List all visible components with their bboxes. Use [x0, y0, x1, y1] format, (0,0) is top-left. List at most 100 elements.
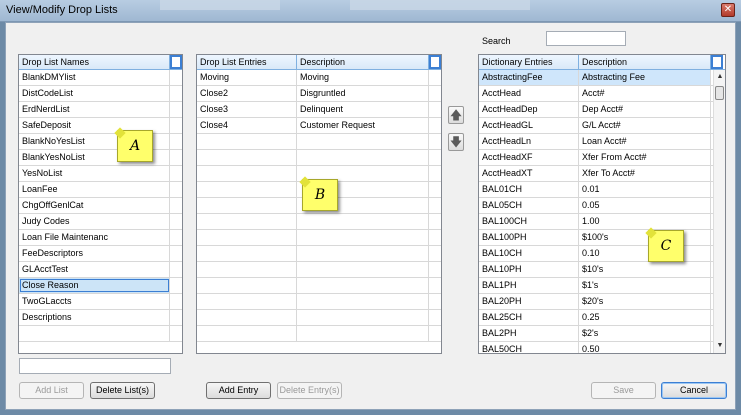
- empty-row: [197, 246, 441, 262]
- cell-description: [297, 150, 429, 165]
- cell-name: [197, 310, 297, 325]
- cell-name: Judy Codes: [19, 214, 170, 229]
- table-row[interactable]: BAL10CH 0.10: [479, 246, 725, 262]
- callout-note-b: B: [302, 179, 338, 211]
- cell-name: Loan File Maintenanc: [19, 230, 170, 245]
- grid-header: Drop List Names: [19, 55, 182, 70]
- cell-name: BAL20PH: [479, 294, 579, 309]
- add-list-button[interactable]: Add List: [19, 382, 84, 399]
- list-item[interactable]: Close Reason: [19, 278, 182, 294]
- table-row[interactable]: Close3 Delinquent: [197, 102, 441, 118]
- column-header-description[interactable]: Description: [579, 55, 711, 69]
- cell-description: [297, 214, 429, 229]
- table-row[interactable]: Moving Moving: [197, 70, 441, 86]
- delete-entry-button[interactable]: Delete Entry(s): [277, 382, 342, 399]
- table-row[interactable]: BAL25CH 0.25: [479, 310, 725, 326]
- dictionary-grid: Dictionary Entries Description Abstracti…: [478, 54, 726, 354]
- cell-description: Moving: [297, 70, 429, 85]
- cell-name: ChgOffGenlCat: [19, 198, 170, 213]
- empty-row: [197, 310, 441, 326]
- cell-description: [297, 246, 429, 261]
- cell-name: GLAcctTest: [19, 262, 170, 277]
- table-row[interactable]: BAL50CH 0.50: [479, 342, 725, 353]
- list-item[interactable]: DistCodeList: [19, 86, 182, 102]
- cell-description: [297, 310, 429, 325]
- list-item[interactable]: BlankDMYlist: [19, 70, 182, 86]
- list-item[interactable]: BlankYesNoList: [19, 150, 182, 166]
- empty-row[interactable]: [19, 326, 182, 342]
- vertical-scrollbar[interactable]: ▲ ▼: [713, 70, 725, 353]
- cell-description: 0.50: [579, 342, 711, 353]
- search-input[interactable]: [546, 31, 626, 46]
- table-row[interactable]: AcctHeadXF Xfer From Acct#: [479, 150, 725, 166]
- cell-name: Close Reason: [19, 278, 170, 293]
- table-row[interactable]: AcctHeadGL G/L Acct#: [479, 118, 725, 134]
- table-row[interactable]: Close2 Disgruntled: [197, 86, 441, 102]
- cell-description: 0.25: [579, 310, 711, 325]
- table-row[interactable]: AbstractingFee Abstracting Fee: [479, 70, 725, 86]
- table-row[interactable]: BAL20PH $20's: [479, 294, 725, 310]
- cell-name: YesNoList: [19, 166, 170, 181]
- cell-description: $1's: [579, 278, 711, 293]
- cell-name: [197, 166, 297, 181]
- cell-description: Xfer To Acct#: [579, 166, 711, 181]
- list-item[interactable]: YesNoList: [19, 166, 182, 182]
- list-item[interactable]: ChgOffGenlCat: [19, 198, 182, 214]
- table-row[interactable]: AcctHeadDep Dep Acct#: [479, 102, 725, 118]
- background-window-ghost: [160, 0, 280, 10]
- list-item[interactable]: FeeDescriptors: [19, 246, 182, 262]
- drop-list-names-grid: Drop List Names BlankDMYlist DistCodeList…: [18, 54, 183, 354]
- add-entry-button[interactable]: Add Entry: [206, 382, 271, 399]
- scroll-down-icon[interactable]: ▼: [715, 341, 725, 351]
- column-header-drop-list-names[interactable]: Drop List Names: [19, 55, 170, 69]
- table-row[interactable]: BAL2PH $2's: [479, 326, 725, 342]
- table-row[interactable]: BAL100CH 1.00: [479, 214, 725, 230]
- scroll-up-icon[interactable]: ▲: [715, 72, 725, 82]
- list-item[interactable]: TwoGLaccts: [19, 294, 182, 310]
- column-header-entries[interactable]: Drop List Entries: [197, 55, 297, 69]
- table-row[interactable]: BAL1PH $1's: [479, 278, 725, 294]
- list-item[interactable]: Judy Codes: [19, 214, 182, 230]
- cell-description: Loan Acct#: [579, 134, 711, 149]
- cell-name: Descriptions: [19, 310, 170, 325]
- header-selector[interactable]: [429, 55, 441, 69]
- move-up-icon[interactable]: 🡅: [448, 106, 464, 124]
- cell-name: LoanFee: [19, 182, 170, 197]
- list-item[interactable]: ErdNerdList: [19, 102, 182, 118]
- table-row[interactable]: BAL05CH 0.05: [479, 198, 725, 214]
- cell-name: [19, 326, 170, 341]
- list-item[interactable]: LoanFee: [19, 182, 182, 198]
- cell-name: DistCodeList: [19, 86, 170, 101]
- cell-name: AcctHeadGL: [479, 118, 579, 133]
- cell-description: [297, 278, 429, 293]
- close-icon[interactable]: ✕: [721, 3, 735, 17]
- new-list-name-input[interactable]: [19, 358, 171, 374]
- table-row[interactable]: BAL01CH 0.01: [479, 182, 725, 198]
- header-selector[interactable]: [170, 55, 182, 69]
- callout-note-a: A: [117, 130, 153, 162]
- move-down-icon[interactable]: 🡇: [448, 133, 464, 151]
- table-row[interactable]: BAL100PH $100's: [479, 230, 725, 246]
- table-row[interactable]: BAL10PH $10's: [479, 262, 725, 278]
- list-item[interactable]: Descriptions: [19, 310, 182, 326]
- cell-name: [197, 246, 297, 261]
- column-header-description[interactable]: Description: [297, 55, 429, 69]
- scroll-thumb[interactable]: [715, 86, 724, 100]
- table-row[interactable]: AcctHead Acct#: [479, 86, 725, 102]
- list-item[interactable]: Loan File Maintenanc: [19, 230, 182, 246]
- header-selector[interactable]: [711, 55, 723, 69]
- list-item[interactable]: GLAcctTest: [19, 262, 182, 278]
- cell-name: FeeDescriptors: [19, 246, 170, 261]
- column-header-dictionary-entries[interactable]: Dictionary Entries: [479, 55, 579, 69]
- list-item[interactable]: SafeDeposit: [19, 118, 182, 134]
- table-row[interactable]: Close4 Customer Request: [197, 118, 441, 134]
- cancel-button[interactable]: Cancel: [661, 382, 727, 399]
- cell-name: [197, 150, 297, 165]
- cell-name: BAL05CH: [479, 198, 579, 213]
- list-item[interactable]: BlankNoYesList: [19, 134, 182, 150]
- empty-row: [197, 214, 441, 230]
- save-button[interactable]: Save: [591, 382, 656, 399]
- delete-list-button[interactable]: Delete List(s): [90, 382, 155, 399]
- table-row[interactable]: AcctHeadLn Loan Acct#: [479, 134, 725, 150]
- table-row[interactable]: AcctHeadXT Xfer To Acct#: [479, 166, 725, 182]
